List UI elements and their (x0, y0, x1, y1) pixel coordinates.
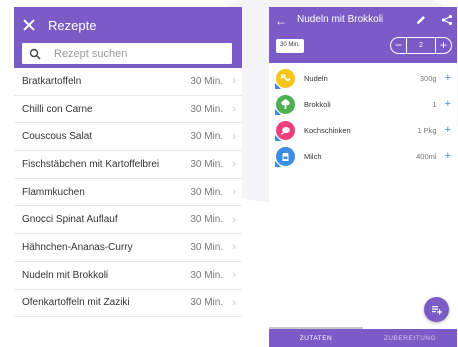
ingredient-row[interactable]: Milch 400ml + (269, 143, 457, 169)
chevron-right-icon: › (232, 158, 236, 171)
add-to-list-icon[interactable]: + (445, 73, 451, 84)
recipe-list: Bratkartoffeln 30 Min. › Chilli con Carne 3… (14, 68, 242, 318)
recipe-time: 30 Min. (190, 297, 224, 309)
recipe-row[interactable]: Bratkartoffeln 30 Min. › (14, 68, 242, 96)
recipe-name: Ofenkartoffeln mit Zaziki (22, 297, 130, 309)
search-input[interactable] (54, 47, 224, 60)
chevron-right-icon: › (232, 75, 236, 88)
add-to-list-icon[interactable]: + (445, 125, 451, 136)
playlist-add-icon (431, 305, 442, 314)
recipe-time: 30 Min. (190, 103, 224, 115)
servings-stepper: − 2 + (390, 37, 452, 54)
recipe-name: Chilli con Carne (22, 103, 93, 115)
recipe-name: Fischstäbchen mit Kartoffelbrei (22, 158, 160, 170)
recipe-time: 30 Min. (190, 131, 224, 143)
add-to-list-icon[interactable]: + (445, 99, 451, 110)
recipe-detail-header: ← Nudeln mit Brokkoli 30 Min. − 2 + (269, 7, 457, 63)
decrease-servings-button[interactable]: − (391, 38, 407, 53)
ingredient-row[interactable]: Nudeln 300g + (269, 65, 457, 91)
add-to-list-icon[interactable]: + (445, 151, 451, 162)
close-icon[interactable] (22, 18, 36, 32)
recipe-name: Couscous Salat (22, 131, 93, 143)
ingredient-amount: 1 Pkg (417, 125, 437, 135)
recipe-detail-screen: ← Nudeln mit Brokkoli 30 Min. − 2 + Nude… (269, 7, 457, 347)
corner-marker (275, 134, 281, 141)
tab-zutaten[interactable]: ZUTATEN (269, 327, 363, 347)
recipes-screen: Rezepte Bratkartoffeln 30 Min. › Chilli co… (14, 7, 242, 332)
ingredient-name: Kochschinken (304, 125, 351, 135)
corner-marker (275, 82, 281, 89)
ingredient-name: Milch (304, 151, 322, 161)
page-title: Rezepte (48, 17, 97, 33)
recipe-time: 30 Min. (190, 158, 224, 170)
ingredient-row[interactable]: Brokkoli 1 + (269, 91, 457, 117)
broccoli-icon (275, 94, 295, 115)
chevron-right-icon: › (232, 296, 236, 309)
chevron-right-icon: › (232, 186, 236, 199)
recipe-time: 30 Min. (190, 186, 224, 198)
chevron-right-icon: › (232, 213, 236, 226)
time-chip: 30 Min. (276, 39, 304, 53)
chevron-right-icon: › (232, 103, 236, 116)
recipe-title: Nudeln mit Brokkoli (297, 14, 384, 25)
corner-marker (275, 160, 281, 167)
recipe-row[interactable]: Fischstäbchen mit Kartoffelbrei 30 Min. › (14, 151, 242, 179)
recipe-row[interactable]: Couscous Salat 30 Min. › (14, 123, 242, 152)
increase-servings-button[interactable]: + (435, 38, 451, 53)
servings-value: 2 (419, 42, 423, 49)
ingredient-row[interactable]: Kochschinken 1 Pkg + (269, 117, 457, 143)
ham-icon (275, 120, 295, 141)
recipe-name: Hähnchen-Ananas-Curry (22, 241, 133, 253)
recipe-row[interactable]: Flammkuchen 30 Min. › (14, 179, 242, 207)
edit-pencil-icon[interactable] (415, 14, 427, 26)
recipe-row[interactable]: Chilli con Carne 30 Min. › (14, 96, 242, 124)
recipe-name: Bratkartoffeln (22, 75, 82, 87)
ingredient-name: Brokkoli (304, 99, 331, 109)
recipe-time: 30 Min. (190, 269, 224, 281)
ingredient-name: Nudeln (304, 73, 328, 83)
recipe-time: 30 Min. (190, 241, 224, 253)
chevron-right-icon: › (232, 269, 236, 282)
chevron-right-icon: › (232, 241, 236, 254)
recipe-row[interactable]: Nudeln mit Brokkoli 30 Min. › (14, 262, 242, 290)
ingredient-amount: 400ml (416, 151, 437, 161)
search-icon (29, 48, 41, 59)
recipes-header: Rezepte (14, 7, 242, 68)
add-to-shopping-list-button[interactable] (424, 297, 449, 322)
recipe-name: Flammkuchen (22, 186, 85, 198)
recipe-row[interactable]: Hähnchen-Ananas-Curry 30 Min. › (14, 234, 242, 262)
tab-zubereitung[interactable]: ZUBEREITUNG (363, 329, 457, 347)
bottom-tab-bar: ZUTATEN ZUBEREITUNG (269, 327, 457, 347)
recipe-row[interactable]: Ofenkartoffeln mit Zaziki 30 Min. › (14, 290, 242, 318)
milk-icon (275, 146, 295, 167)
recipe-row[interactable]: Gnocci Spinat Auflauf 30 Min. › (14, 206, 242, 235)
search-box[interactable] (22, 43, 232, 64)
app-showcase: Rezepte Bratkartoffeln 30 Min. › Chilli co… (0, 0, 458, 347)
recipe-time: 30 Min. (190, 214, 224, 226)
recipe-time: 30 Min. (190, 75, 224, 87)
chevron-right-icon: › (232, 130, 236, 143)
corner-marker (275, 108, 281, 115)
ingredient-amount: 300g (419, 73, 437, 83)
share-icon[interactable] (441, 14, 453, 26)
ingredient-amount: 1 (432, 99, 437, 109)
recipe-name: Nudeln mit Brokkoli (22, 269, 109, 281)
ingredient-list: Nudeln 300g + Brokkoli 1 + Kochschinken (269, 65, 457, 169)
pasta-icon (275, 68, 295, 89)
recipe-name: Gnocci Spinat Auflauf (22, 214, 118, 226)
back-arrow-icon[interactable]: ← (275, 14, 287, 28)
